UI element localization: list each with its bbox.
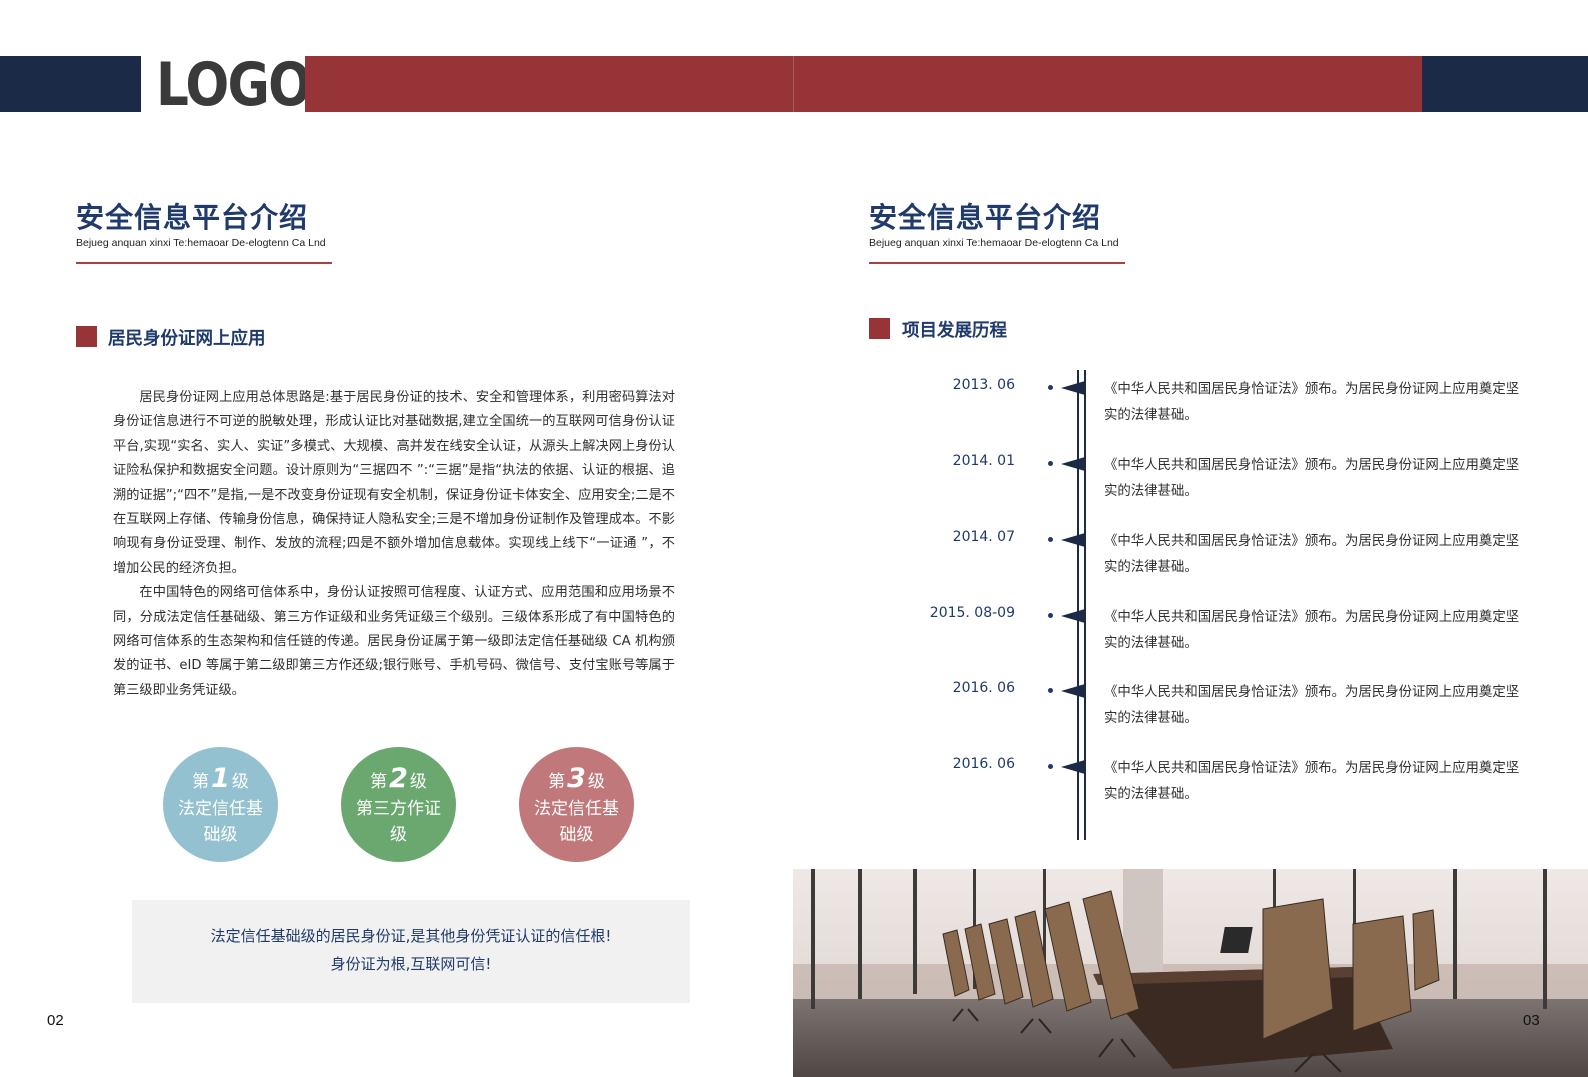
intro-paragraph-2: 在中国特色的网络可信体系中，身份认证按照可信程度、认证方式、应用范围和应用场景不… bbox=[113, 585, 675, 698]
timeline-item: 2016. 06 《中华人民共和国居民身恰证法》颁布。为居民身份证网上应用奠定坚… bbox=[930, 756, 1520, 816]
level-1-circle: 第1 级 法定信任基础级 bbox=[163, 747, 278, 862]
level-3-suffix: 级 bbox=[587, 772, 605, 792]
header-band-left bbox=[0, 56, 141, 112]
page-number-left: 02 bbox=[47, 1012, 64, 1029]
timeline-date: 2015. 08-09 bbox=[929, 605, 1015, 621]
level-1-suffix: 级 bbox=[231, 772, 249, 792]
timeline-flag-icon bbox=[1061, 684, 1085, 698]
left-subsection-title: 居民身份证网上应用 bbox=[108, 329, 266, 349]
timeline-date: 2014. 01 bbox=[952, 453, 1015, 469]
timeline-flag-icon bbox=[1061, 609, 1085, 623]
timeline-item: 2013. 06 《中华人民共和国居民身恰证法》颁布。为居民身份证网上应用奠定坚… bbox=[930, 377, 1520, 437]
logo: LOGO bbox=[156, 50, 312, 120]
callout-line-2: 身份证为根,互联网可信! bbox=[330, 955, 492, 973]
page-fold-line bbox=[793, 56, 794, 112]
timeline-flag-icon bbox=[1061, 457, 1085, 471]
callout-line-1: 法定信任基础级的居民身份证,是其他身份凭证认证的信任根! bbox=[210, 927, 612, 945]
level-3-desc: 法定信任基础级 bbox=[534, 799, 619, 845]
timeline-item: 2015. 08-09 《中华人民共和国居民身恰证法》颁布。为居民身份证网上应用… bbox=[930, 605, 1520, 665]
timeline-dot-icon bbox=[1048, 537, 1053, 542]
right-section-underline bbox=[869, 262, 1125, 264]
timeline-flag-icon bbox=[1061, 533, 1085, 547]
timeline-text: 《中华人民共和国居民身恰证法》颁布。为居民身份证网上应用奠定坚实的法律甚础。 bbox=[1104, 382, 1520, 423]
left-section-title: 安全信息平台介绍 bbox=[76, 201, 309, 234]
timeline-date: 2016. 06 bbox=[952, 756, 1015, 772]
level-2-suffix: 级 bbox=[409, 772, 427, 792]
level-2-prefix: 第 bbox=[370, 772, 388, 792]
timeline-flag-icon bbox=[1061, 760, 1085, 774]
timeline-dot-icon bbox=[1048, 385, 1053, 390]
level-3-prefix: 第 bbox=[548, 772, 566, 792]
timeline-text: 《中华人民共和国居民身恰证法》颁布。为居民身份证网上应用奠定坚实的法律甚础。 bbox=[1104, 685, 1520, 726]
left-section-subtitle: Bejueg anquan xinxi Te:hemaoar De-elogte… bbox=[76, 237, 326, 249]
timeline-text: 《中华人民共和国居民身恰证法》颁布。为居民身份证网上应用奠定坚实的法律甚础。 bbox=[1104, 458, 1520, 499]
timeline-date: 2016. 06 bbox=[952, 680, 1015, 696]
right-section-title: 安全信息平台介绍 bbox=[869, 201, 1102, 234]
timeline-dot-icon bbox=[1048, 461, 1053, 466]
level-1-prefix: 第 bbox=[192, 772, 210, 792]
header-band-right bbox=[1422, 56, 1588, 112]
timeline-dot-icon bbox=[1048, 613, 1053, 618]
header-band-red bbox=[305, 56, 1422, 112]
timeline-text: 《中华人民共和国居民身恰证法》颁布。为居民身份证网上应用奠定坚实的法律甚础。 bbox=[1104, 534, 1520, 575]
level-2-circle: 第2 级 第三方作证级 bbox=[341, 747, 456, 862]
level-3-circle: 第3 级 法定信任基础级 bbox=[519, 747, 634, 862]
level-3-number: 3 bbox=[567, 763, 586, 794]
left-section-underline bbox=[76, 262, 332, 264]
intro-body-text: 居民身份证网上应用总体思路是:基于居民身份证的技术、安全和管理体系，利用密码算法… bbox=[113, 386, 675, 703]
timeline-dot-icon bbox=[1048, 688, 1053, 693]
level-1-desc: 法定信任基础级 bbox=[178, 799, 263, 845]
timeline-flag-icon bbox=[1061, 381, 1085, 395]
timeline-date: 2013. 06 bbox=[952, 377, 1015, 393]
callout-box: 法定信任基础级的居民身份证,是其他身份凭证认证的信任根! 身份证为根,互联网可信… bbox=[132, 900, 690, 1003]
timeline-text: 《中华人民共和国居民身恰证法》颁布。为居民身份证网上应用奠定坚实的法律甚础。 bbox=[1104, 610, 1520, 651]
right-subsection-title: 项目发展历程 bbox=[902, 321, 1007, 341]
level-2-number: 2 bbox=[389, 763, 408, 794]
timeline-dot-icon bbox=[1048, 764, 1053, 769]
right-subsection-marker bbox=[869, 318, 890, 339]
timeline-item: 2016. 06 《中华人民共和国居民身恰证法》颁布。为居民身份证网上应用奠定坚… bbox=[930, 680, 1520, 740]
conference-room-photo bbox=[793, 869, 1588, 1077]
level-1-number: 1 bbox=[211, 763, 230, 794]
timeline-date: 2014. 07 bbox=[952, 529, 1015, 545]
conference-room-illustration bbox=[793, 869, 1588, 1077]
timeline-text: 《中华人民共和国居民身恰证法》颁布。为居民身份证网上应用奠定坚实的法律甚础。 bbox=[1104, 761, 1520, 802]
level-2-desc: 第三方作证级 bbox=[356, 799, 441, 845]
right-section-subtitle: Bejueg anquan xinxi Te:hemaoar De-elogte… bbox=[869, 237, 1119, 249]
page-number-right: 03 bbox=[1523, 1012, 1540, 1029]
left-subsection-marker bbox=[76, 326, 97, 347]
intro-paragraph-1: 居民身份证网上应用总体思路是:基于居民身份证的技术、安全和管理体系，利用密码算法… bbox=[113, 390, 675, 576]
timeline-item: 2014. 01 《中华人民共和国居民身恰证法》颁布。为居民身份证网上应用奠定坚… bbox=[930, 453, 1520, 513]
timeline-item: 2014. 07 《中华人民共和国居民身恰证法》颁布。为居民身份证网上应用奠定坚… bbox=[930, 529, 1520, 589]
